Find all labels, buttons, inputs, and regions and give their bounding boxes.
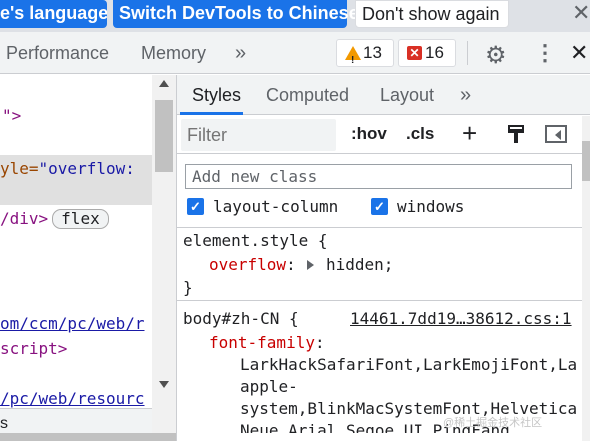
class-checkbox-layout-column[interactable]: ✓ — [187, 198, 204, 215]
tab-memory[interactable]: Memory — [141, 32, 206, 74]
closing-tag: script> — [0, 339, 68, 358]
rule-close-brace: } — [183, 278, 193, 297]
tree-line[interactable]: "> — [2, 105, 21, 127]
filter-input[interactable] — [181, 119, 336, 151]
elements-scrollbar[interactable] — [152, 75, 176, 433]
attribute-name: yle= — [0, 159, 39, 178]
tree-line[interactable]: script> — [0, 338, 67, 360]
scrollbar-thumb[interactable] — [155, 100, 173, 172]
stylesheet-source-link[interactable]: 14461.7dd19…38612.css:1 — [350, 308, 572, 330]
css-declaration[interactable]: overflow: hidden; — [209, 254, 393, 276]
more-tabs-icon[interactable]: » — [235, 32, 246, 74]
paint-brush-icon[interactable] — [507, 124, 525, 144]
close-icon[interactable]: ✕ — [572, 2, 590, 24]
active-tab-indicator — [180, 112, 243, 115]
warnings-count: 13 — [363, 43, 382, 62]
scrollbar-thumb[interactable] — [582, 141, 590, 181]
always-match-language-button[interactable]: e's language — [0, 0, 107, 28]
flex-badge[interactable]: flex — [52, 209, 109, 229]
breadcrumb-item[interactable]: s — [0, 415, 8, 433]
sidebar-tabs: Styles Computed Layout » — [177, 75, 590, 115]
toolbar-divider — [467, 41, 468, 65]
elements-tree[interactable]: "> yle="overflow: /div> flex om/ccm/pc/we… — [0, 75, 152, 441]
new-style-rule-icon[interactable]: + — [462, 119, 477, 147]
language-infobar: e's language Switch DevTools to Chinese … — [0, 0, 590, 32]
tree-line[interactable]: /pc/web/resourc — [0, 388, 145, 410]
tab-computed[interactable]: Computed — [266, 75, 349, 115]
class-label: layout-column — [213, 197, 339, 216]
toggle-sidebar-icon[interactable] — [545, 125, 567, 143]
styles-scrollbar[interactable] — [582, 116, 590, 441]
tab-layout[interactable]: Layout — [380, 75, 434, 115]
scroll-up-icon[interactable] — [159, 80, 169, 87]
cls-toggle[interactable]: .cls — [406, 124, 434, 144]
tab-styles[interactable]: Styles — [192, 75, 241, 115]
close-devtools-icon[interactable]: ✕ — [570, 40, 588, 66]
style-rule-element: element.style { overflow: hidden; } — [177, 229, 582, 301]
rule-selector: body#zh-CN { — [183, 309, 299, 328]
gear-icon[interactable]: ⚙ — [485, 41, 507, 70]
tree-line[interactable]: om/ccm/pc/web/r — [0, 313, 145, 335]
tree-line-selected[interactable]: yle="overflow: — [0, 158, 135, 180]
error-icon: ✕ — [407, 46, 422, 60]
tree-line[interactable]: /div> flex — [0, 208, 109, 230]
css-property[interactable]: font-family — [209, 333, 315, 352]
closing-tag: /div> — [0, 209, 49, 228]
errors-counter[interactable]: ✕ 16 — [398, 39, 456, 67]
switch-to-chinese-button[interactable]: Switch DevTools to Chinese — [113, 0, 359, 28]
rule-selector: element.style { — [183, 231, 328, 250]
more-options-icon[interactable]: ⋮ — [534, 40, 556, 66]
class-pane: ✓ layout-column ✓ windows — [177, 155, 582, 228]
css-property[interactable]: overflow — [209, 255, 286, 274]
tab-performance[interactable]: Performance — [6, 32, 109, 74]
class-checkbox-windows[interactable]: ✓ — [371, 198, 388, 215]
add-class-input[interactable] — [185, 164, 572, 189]
warnings-counter[interactable]: 13 — [336, 39, 394, 74]
styles-toolbar: :hov .cls + — [177, 116, 582, 154]
css-value[interactable]: hidden; — [326, 255, 393, 274]
hov-toggle[interactable]: :hov — [351, 124, 387, 144]
tag-fragment: "> — [2, 106, 22, 125]
dont-show-again-button[interactable]: Don't show again — [355, 0, 509, 28]
scroll-down-icon[interactable] — [159, 381, 169, 388]
attribute-value: "overflow: — [38, 159, 135, 178]
errors-count: 16 — [425, 43, 444, 62]
css-declaration[interactable]: font-family: — [209, 332, 325, 354]
resource-link[interactable]: /pc/web/resourc — [0, 389, 145, 408]
css-value-line[interactable]: apple- — [240, 376, 298, 398]
class-label: windows — [397, 197, 465, 216]
horizontal-scrollbar[interactable] — [0, 433, 176, 441]
watermark: @稀土掘金技术社区 — [443, 417, 543, 429]
more-tabs-icon[interactable]: » — [460, 75, 471, 115]
expand-triangle-icon[interactable] — [307, 260, 315, 270]
warning-icon — [345, 46, 361, 74]
resource-link[interactable]: om/ccm/pc/web/r — [0, 314, 145, 333]
css-value-line[interactable]: LarkHackSafariFont,LarkEmojiFont,La — [240, 354, 577, 376]
